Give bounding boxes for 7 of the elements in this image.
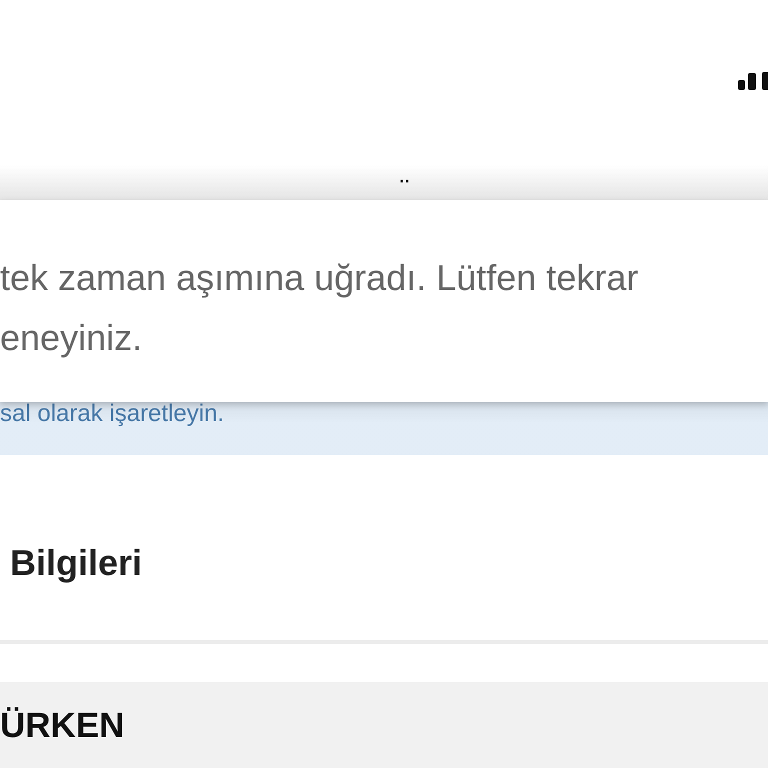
dialog-message-line: eneyiniz. — [0, 316, 144, 360]
group-title: ÜRKEN — [0, 706, 124, 745]
signal-icon — [738, 72, 768, 90]
section-title: Bilgileri — [10, 542, 142, 583]
banner-text: sal olarak işaretleyin. — [0, 402, 226, 426]
dialog-message-line: tek zaman aşımına uğradı. Lütfen tekrar — [0, 256, 640, 300]
heading-fragment: ¨ — [400, 179, 410, 201]
